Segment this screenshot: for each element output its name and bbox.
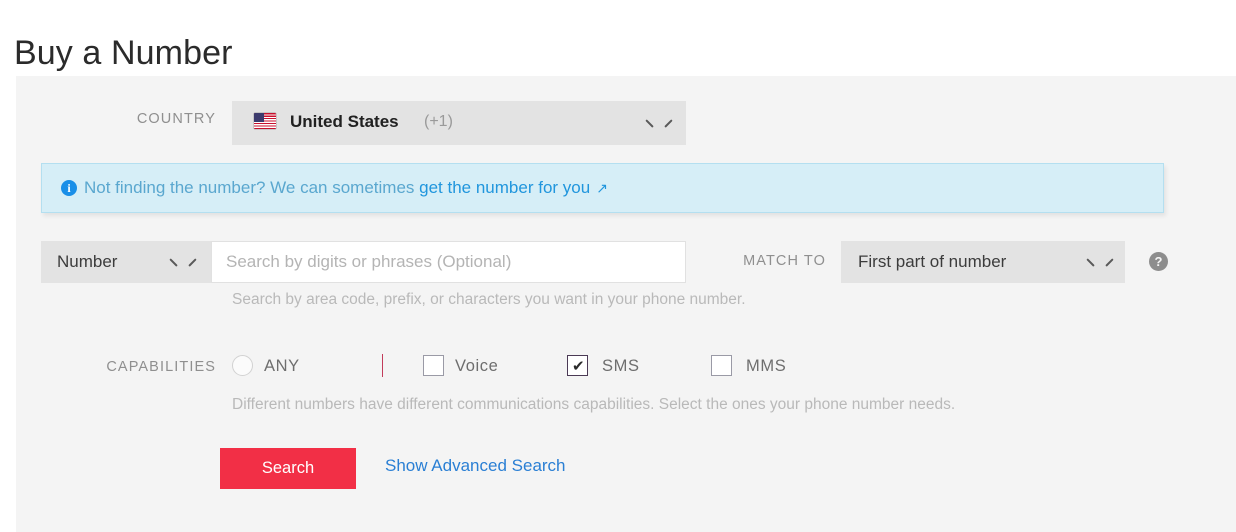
capabilities-hint: Different numbers have different communi… bbox=[232, 396, 956, 413]
checkbox-icon bbox=[711, 355, 732, 376]
check-icon: ✔ bbox=[572, 358, 585, 375]
capability-mms-label: MMS bbox=[746, 357, 787, 375]
search-button[interactable]: Search bbox=[220, 448, 356, 489]
country-select[interactable]: United States (+1) bbox=[232, 101, 686, 145]
checkbox-icon: ✔ bbox=[567, 355, 588, 376]
capability-sms-label: SMS bbox=[602, 357, 640, 375]
checkbox-icon bbox=[423, 355, 444, 376]
match-to-select[interactable]: First part of number bbox=[841, 241, 1125, 283]
info-banner: i Not finding the number? We can sometim… bbox=[41, 163, 1164, 213]
match-to-label: MATCH TO bbox=[743, 253, 826, 269]
search-type-value: Number bbox=[57, 252, 118, 271]
get-number-link[interactable]: get the number for you bbox=[419, 178, 590, 197]
capability-sms[interactable]: ✔ SMS bbox=[567, 352, 677, 382]
search-input[interactable] bbox=[211, 241, 686, 283]
capabilities-label: CAPABILITIES bbox=[106, 359, 216, 375]
chevron-down-icon bbox=[646, 119, 662, 128]
info-banner-text: Not finding the number? We can sometimes… bbox=[84, 178, 608, 198]
search-row: Number MATCH TO First part of number ? bbox=[16, 241, 1236, 283]
capabilities-divider bbox=[382, 354, 383, 377]
country-name: United States bbox=[290, 112, 399, 131]
capabilities-row: CAPABILITIES ANY Voice ✔ SMS MMS bbox=[16, 352, 1236, 382]
info-banner-message: Not finding the number? We can sometimes bbox=[84, 178, 420, 197]
capability-voice-label: Voice bbox=[455, 357, 499, 375]
info-icon: i bbox=[61, 180, 77, 196]
capability-voice[interactable]: Voice bbox=[423, 352, 533, 382]
external-link-icon: ↗ bbox=[596, 180, 608, 196]
country-label: COUNTRY bbox=[136, 111, 216, 127]
capability-any[interactable]: ANY bbox=[232, 352, 342, 382]
help-icon[interactable]: ? bbox=[1149, 252, 1168, 271]
us-flag-icon bbox=[254, 113, 276, 129]
match-to-value: First part of number bbox=[858, 252, 1007, 271]
show-advanced-search-link[interactable]: Show Advanced Search bbox=[385, 456, 566, 476]
search-hint: Search by area code, prefix, or characte… bbox=[232, 291, 746, 308]
capability-any-label: ANY bbox=[264, 357, 300, 375]
chevron-down-icon bbox=[1087, 258, 1103, 267]
country-dial-code: (+1) bbox=[424, 113, 453, 130]
page-title: Buy a Number bbox=[14, 33, 233, 72]
capability-mms[interactable]: MMS bbox=[711, 352, 821, 382]
radio-icon bbox=[232, 355, 253, 376]
search-type-select[interactable]: Number bbox=[41, 241, 211, 283]
buy-number-panel: COUNTRY United States (+1) i Not finding… bbox=[16, 76, 1236, 532]
country-row: COUNTRY United States (+1) bbox=[16, 101, 1236, 145]
chevron-down-icon bbox=[170, 258, 186, 267]
